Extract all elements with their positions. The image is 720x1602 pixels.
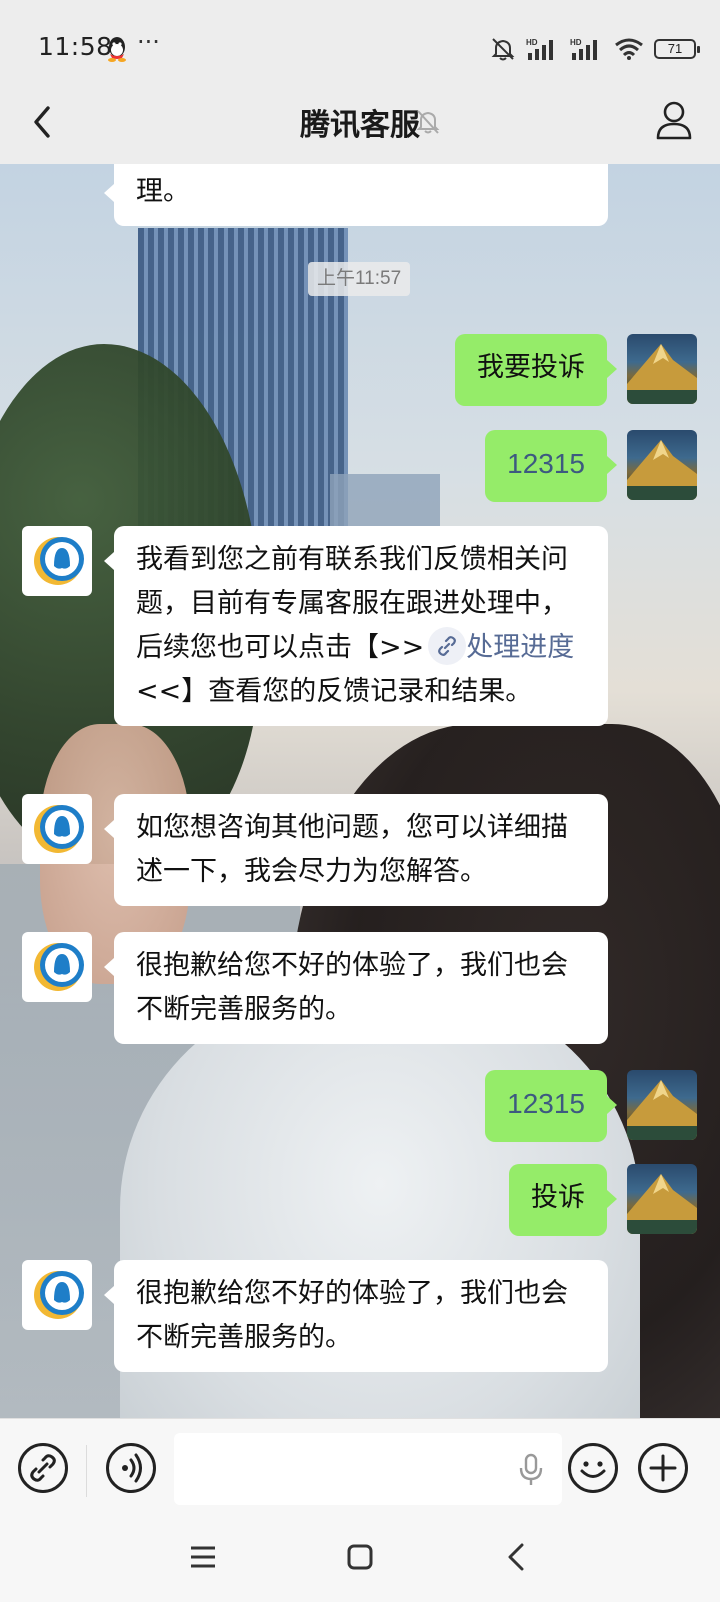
- user-avatar[interactable]: [627, 334, 697, 404]
- status-time: 11:58: [38, 32, 113, 61]
- menu-icon[interactable]: [188, 1542, 218, 1572]
- message-text: 12315: [507, 448, 585, 479]
- mute-bell-icon: [415, 108, 441, 136]
- chat-area[interactable]: 理。 上午11:57 我要投诉 12315 我看到您之前有联系我们反馈相关问题，…: [0, 164, 720, 1418]
- message-bubble-outgoing[interactable]: 12315: [485, 430, 617, 502]
- system-nav-bar: [0, 1522, 720, 1602]
- link-icon[interactable]: [18, 1443, 68, 1493]
- profile-icon[interactable]: [654, 98, 694, 142]
- more-notifications: ···: [137, 28, 160, 56]
- input-bar: [0, 1418, 720, 1522]
- message-input[interactable]: [174, 1433, 562, 1505]
- message-bubble-outgoing[interactable]: 投诉: [509, 1164, 617, 1236]
- link-icon: [428, 626, 467, 665]
- message-text: 如您想咨询其他问题，您可以详细描述一下，我会尽力为您解答。: [136, 812, 568, 887]
- mic-icon[interactable]: [518, 1453, 544, 1487]
- user-avatar[interactable]: [627, 1070, 697, 1140]
- message-bubble-incoming[interactable]: 很抱歉给您不好的体验了，我们也会不断完善服务的。: [104, 932, 608, 1044]
- emoji-icon[interactable]: [568, 1443, 618, 1493]
- home-icon[interactable]: [345, 1542, 375, 1572]
- message-text: 我要投诉: [477, 352, 585, 383]
- user-avatar[interactable]: [627, 430, 697, 500]
- message-bubble-outgoing[interactable]: 我要投诉: [455, 334, 617, 406]
- svg-text:HD: HD: [526, 38, 538, 47]
- chat-title: 腾讯客服: [300, 108, 420, 143]
- bot-avatar[interactable]: [22, 1260, 92, 1330]
- message-timestamp: 上午11:57: [308, 262, 411, 296]
- chat-header: 腾讯客服: [0, 80, 720, 164]
- message-bubble-incoming[interactable]: 我看到您之前有联系我们反馈相关问题，目前有专属客服在跟进处理中，后续您也可以点击…: [104, 526, 608, 726]
- mute-icon: [490, 36, 516, 62]
- progress-link[interactable]: 处理进度: [466, 632, 574, 663]
- voice-icon[interactable]: [106, 1443, 156, 1493]
- hd-signal-icon: HD: [526, 36, 560, 62]
- message-text: <<】查看您的反馈记录和结果。: [136, 676, 533, 707]
- message-bubble-incoming[interactable]: 如您想咨询其他问题，您可以详细描述一下，我会尽力为您解答。: [104, 794, 608, 906]
- wifi-icon: [614, 37, 644, 61]
- plus-icon[interactable]: [638, 1443, 688, 1493]
- message-text: 投诉: [531, 1182, 585, 1213]
- message-text: 很抱歉给您不好的体验了，我们也会不断完善服务的。: [136, 950, 568, 1025]
- bot-avatar[interactable]: [22, 932, 92, 1002]
- message-bubble-incoming[interactable]: 理。: [104, 164, 608, 226]
- hd-signal-icon: HD: [570, 36, 604, 62]
- user-avatar[interactable]: [627, 1164, 697, 1234]
- message-text: 很抱歉给您不好的体验了，我们也会不断完善服务的。: [136, 1278, 568, 1353]
- divider: [86, 1445, 87, 1497]
- bot-avatar[interactable]: [22, 794, 92, 864]
- bot-avatar[interactable]: [22, 526, 92, 596]
- qq-icon: [106, 36, 128, 62]
- message-bubble-incoming[interactable]: 很抱歉给您不好的体验了，我们也会不断完善服务的。: [104, 1260, 608, 1372]
- message-text: 12315: [507, 1088, 585, 1119]
- svg-text:HD: HD: [570, 38, 582, 47]
- back-nav-icon[interactable]: [502, 1542, 532, 1572]
- message-bubble-outgoing[interactable]: 12315: [485, 1070, 617, 1142]
- message-text: 理。: [136, 176, 190, 207]
- battery-icon: 71: [654, 39, 700, 59]
